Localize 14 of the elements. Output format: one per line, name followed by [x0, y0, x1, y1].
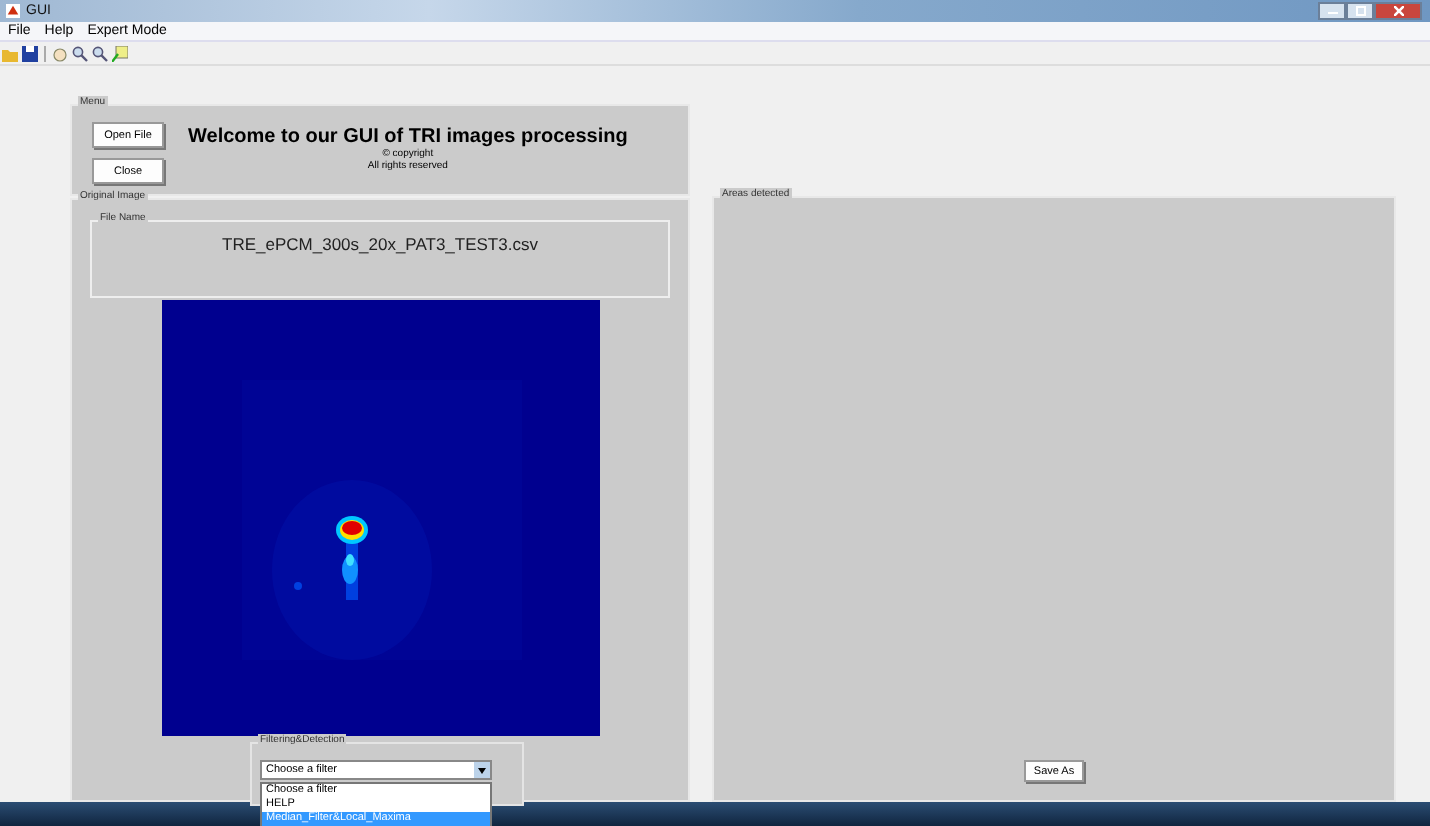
zoom-out-icon[interactable] [92, 45, 108, 61]
save-icon[interactable] [22, 45, 38, 61]
app-icon [6, 4, 20, 18]
caret-icon[interactable] [474, 762, 490, 778]
close-button[interactable] [1374, 2, 1422, 20]
minimize-icon [1327, 8, 1337, 14]
data-cursor-icon[interactable] [112, 45, 128, 61]
maximize-button[interactable] [1346, 2, 1374, 20]
welcome-heading: Welcome to our GUI of TRI images processing [188, 126, 628, 148]
maximize-icon [1355, 6, 1365, 16]
file-name-text: TRE_ePCM_300s_20x_PAT3_TEST3.csv [222, 234, 538, 258]
minimize-button[interactable] [1318, 2, 1346, 20]
close-icon [1393, 6, 1403, 16]
zoom-in-icon[interactable] [72, 45, 88, 61]
